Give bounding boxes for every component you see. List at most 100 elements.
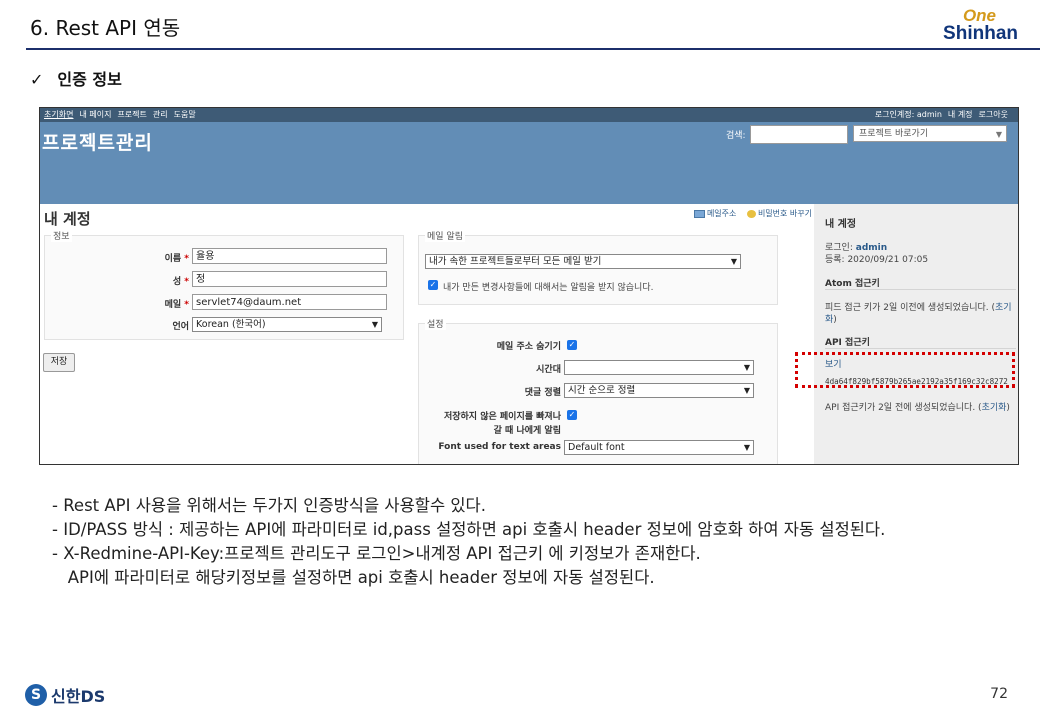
- project-jump-select[interactable]: 프로젝트 바로가기 ▼: [853, 125, 1007, 142]
- preferences-fieldset: 설정 메일 주소 숨기기 ✓ 시간대 ▼ 댓글 정렬 시간 순으로 정렬 ▼ 저장…: [418, 317, 778, 464]
- menu-home[interactable]: 초기화면: [44, 110, 73, 119]
- save-button[interactable]: 저장: [43, 353, 75, 372]
- account-actions: 메일주소 비밀번호 바꾸기: [693, 208, 812, 219]
- mail-row: 메일 * servlet74@daum.net: [45, 294, 403, 312]
- info-legend: 정보: [51, 229, 72, 242]
- timezone-label: 시간대: [536, 365, 561, 375]
- atom-key-close: ): [833, 315, 837, 325]
- explanation-line: - Rest API 사용을 위해서는 두가지 인증방식을 사용할수 있다.: [52, 496, 486, 515]
- sidebar-created: 등록: 2020/09/21 07:05: [825, 255, 929, 265]
- search-label: 검색:: [726, 131, 746, 141]
- explanation-line: - X-Redmine-API-Key:프로젝트 관리도구 로그인>내계정 AP…: [52, 544, 701, 563]
- no-self-notified-label: 내가 만든 변경사항들에 대해서는 알림을 받지 않습니다.: [443, 283, 654, 293]
- chevron-down-icon: ▼: [371, 320, 378, 329]
- site-header: 프로젝트관리 검색: 프로젝트 바로가기 ▼: [40, 122, 1018, 204]
- shinhan-ds-text: 신한DS: [51, 687, 106, 706]
- logo-shinhan: Shinhan: [943, 23, 1018, 44]
- api-reset-link[interactable]: 초기화: [982, 403, 1007, 413]
- required-mark: *: [184, 300, 189, 310]
- page-number: 72: [990, 686, 1008, 702]
- one-shinhan-logo: One Shinhan: [928, 6, 1018, 44]
- language-label: 언어: [172, 322, 189, 332]
- timezone-select[interactable]: ▼: [564, 360, 754, 375]
- divider: [825, 348, 1016, 349]
- mail-label: 메일 *: [105, 297, 189, 310]
- logo-one: One: [962, 6, 996, 25]
- menu-projects[interactable]: 프로젝트: [117, 110, 146, 119]
- menu-admin[interactable]: 관리: [153, 110, 168, 119]
- mail-notification-fieldset: 메일 알림 내가 속한 프로젝트들로부터 모든 메일 받기 ▼ ✓ 내가 만든 변…: [418, 229, 778, 305]
- menu-my-account[interactable]: 내 계정: [948, 110, 973, 119]
- mail-notification-legend: 메일 알림: [425, 229, 465, 242]
- sidebar-title: 내 계정: [825, 219, 857, 230]
- language-row: 언어 Korean (한국어) ▼: [45, 317, 403, 335]
- api-key-close: ): [1006, 403, 1010, 413]
- required-mark: *: [184, 277, 189, 287]
- firstname-input[interactable]: 율용: [192, 248, 387, 264]
- shinhan-ds-logo: S 신한DS: [25, 683, 105, 707]
- explanation-line: - ID/PASS 방식 : 제공하는 API에 파라미터로 id,pass 설…: [52, 520, 886, 539]
- warn-leaving-label-1: 저장하지 않은 페이지를 빠져나: [443, 412, 561, 422]
- required-mark: *: [184, 254, 189, 264]
- email-icon: [693, 209, 705, 218]
- firstname-row: 이름 * 율용: [45, 248, 403, 266]
- atom-reset-link-1[interactable]: 초기: [995, 303, 1012, 313]
- search-input[interactable]: [750, 125, 848, 144]
- hide-mail-checkbox[interactable]: ✓: [567, 340, 577, 350]
- font-select[interactable]: Default font ▼: [564, 440, 754, 455]
- mail-notification-select[interactable]: 내가 속한 프로젝트들로부터 모든 메일 받기 ▼: [425, 254, 741, 269]
- mail-input[interactable]: servlet74@daum.net: [192, 294, 387, 310]
- warn-leaving-checkbox[interactable]: ✓: [567, 410, 577, 420]
- api-key-title: API 접근키: [825, 338, 870, 348]
- page-title: 내 계정: [44, 210, 91, 228]
- no-self-notified-checkbox[interactable]: ✓: [428, 280, 438, 290]
- top-menu-left: 초기화면 내 페이지 프로젝트 관리 도움말: [44, 108, 202, 122]
- logged-in-as: 로그인계정: admin: [874, 110, 942, 119]
- atom-key-text-1: 피드 접근 키가 2일 이전에 생성되었습니다. (: [825, 303, 996, 313]
- menu-help[interactable]: 도움말: [174, 110, 196, 119]
- top-menu-right: 로그인계정: admin 내 계정 로그아웃: [875, 108, 1014, 122]
- menu-my-page[interactable]: 내 페이지: [79, 110, 111, 119]
- chevron-down-icon: ▼: [995, 130, 1002, 139]
- language-value: Korean (한국어): [196, 319, 266, 330]
- menu-logout[interactable]: 로그아웃: [979, 110, 1008, 119]
- slide-title: 6. Rest API 연동: [30, 16, 181, 40]
- email-link[interactable]: 메일주소: [707, 209, 736, 218]
- chevron-down-icon: ▼: [730, 257, 737, 266]
- chevron-down-icon: ▼: [743, 386, 750, 395]
- warn-leaving-label-2: 갈 때 나에게 알림: [493, 426, 561, 436]
- language-select[interactable]: Korean (한국어) ▼: [192, 317, 382, 332]
- shinhan-emblem-icon: S: [25, 684, 47, 706]
- hide-mail-label: 메일 주소 숨기기: [496, 342, 561, 352]
- firstname-label-text: 이름: [164, 254, 182, 264]
- title-divider: [26, 48, 1040, 50]
- redmine-screenshot: 초기화면 내 페이지 프로젝트 관리 도움말 로그인계정: admin 내 계정 로그아웃 …: [39, 107, 1019, 465]
- lastname-label-text: 성: [172, 277, 182, 287]
- project-jump-placeholder: 프로젝트 바로가기: [859, 129, 929, 139]
- preferences-legend: 설정: [425, 317, 446, 330]
- lastname-row: 성 * 정: [45, 271, 403, 289]
- font-label: Font used for text areas: [438, 442, 561, 452]
- section-heading: ✓ 인증 정보: [30, 66, 122, 90]
- firstname-label: 이름 *: [105, 251, 189, 264]
- explanation-line: API에 파라미터로 해당키정보를 설정하면 api 호출시 header 정보…: [52, 568, 655, 587]
- comments-sorting-value: 시간 순으로 정렬: [568, 385, 636, 396]
- chevron-down-icon: ▼: [743, 443, 750, 452]
- info-fieldset: 정보 이름 * 율용 성 * 정 메일 * servlet74@daum.net…: [44, 229, 404, 340]
- lastname-label: 성 *: [105, 274, 189, 287]
- api-key-text-1: API 접근키가 2일 전에 생성되었습니다. (: [825, 403, 982, 413]
- font-value: Default font: [568, 442, 625, 453]
- comments-sorting-label: 댓글 정렬: [524, 388, 561, 398]
- checkmark-icon: ✓: [30, 70, 44, 89]
- site-title: 프로젝트관리: [42, 132, 153, 154]
- mail-notification-value: 내가 속한 프로젝트들로부터 모든 메일 받기: [429, 256, 602, 267]
- api-key-text: API 접근키가 2일 전에 생성되었습니다. (초기화): [825, 400, 1010, 413]
- explanation-list: - Rest API 사용을 위해서는 두가지 인증방식을 사용할수 있다. -…: [52, 494, 885, 590]
- sidebar: 내 계정 로그인: admin 등록: 2020/09/21 07:05 Ato…: [814, 204, 1018, 464]
- top-menu: 초기화면 내 페이지 프로젝트 관리 도움말 로그인계정: admin 내 계정 로그아웃: [40, 108, 1018, 122]
- comments-sorting-select[interactable]: 시간 순으로 정렬 ▼: [564, 383, 754, 398]
- change-password-link[interactable]: 비밀번호 바꾸기: [758, 209, 812, 218]
- chevron-down-icon: ▼: [743, 363, 750, 372]
- lastname-input[interactable]: 정: [192, 271, 387, 287]
- mail-label-text: 메일: [164, 300, 182, 310]
